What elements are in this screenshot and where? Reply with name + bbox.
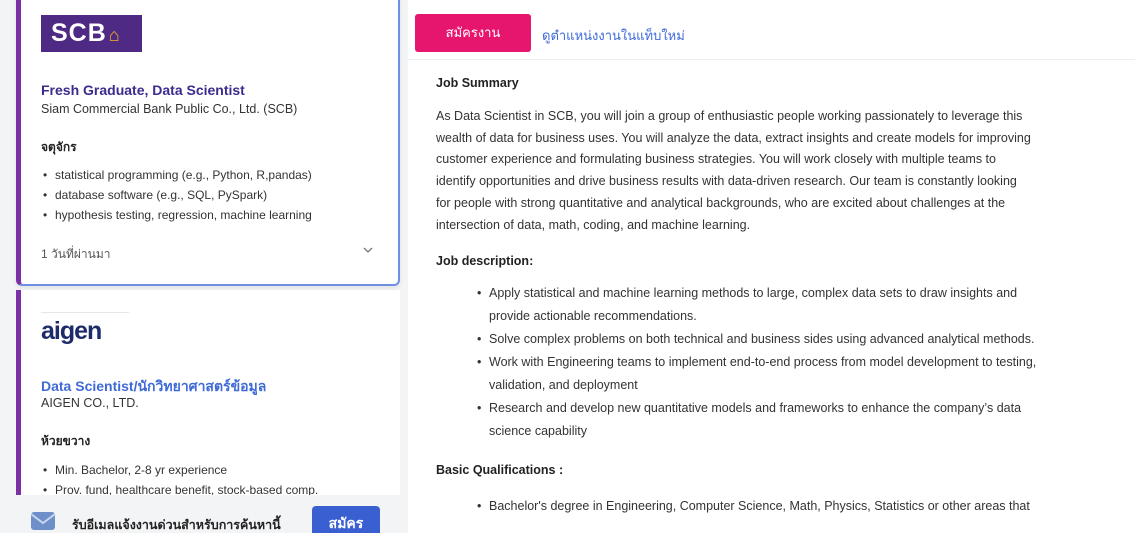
description-item: Work with Engineering teams to implement… bbox=[477, 351, 1106, 397]
qualifications-heading: Basic Qualifications : bbox=[436, 463, 564, 478]
description-list: Apply statistical and machine learning m… bbox=[477, 282, 1106, 443]
highlight-item: database software (e.g., SQL, PySpark) bbox=[41, 185, 312, 205]
summary-heading: Job Summary bbox=[436, 76, 519, 90]
summary-paragraph: As Data Scientist in SCB, you will join … bbox=[436, 109, 1031, 232]
description-item: Apply statistical and machine learning m… bbox=[477, 282, 1106, 328]
job-title[interactable]: Fresh Graduate, Data Scientist bbox=[41, 82, 245, 98]
job-alert-text: รับอีเมลแจ้งงานด่วนสำหรับการค้นหานี้ bbox=[72, 518, 281, 532]
qualifications-list: Bachelor's degree in Engineering, Comput… bbox=[477, 495, 1106, 518]
description-heading: Job description: bbox=[436, 254, 534, 269]
aigen-logo: aigen bbox=[41, 317, 102, 345]
detail-toolbar: สมัครงาน ดูตำแหน่งงานในแท็บใหม่ bbox=[408, 0, 1135, 60]
description-item: Research and develop new quantitative mo… bbox=[477, 397, 1106, 443]
qualification-item: Bachelor's degree in Engineering, Comput… bbox=[477, 495, 1106, 518]
apply-button[interactable]: สมัครงาน bbox=[415, 14, 531, 52]
job-description-content: Job Summary As Data Scientist in SCB, yo… bbox=[436, 76, 1106, 518]
mail-icon bbox=[30, 512, 56, 530]
job-card-scb[interactable]: SCB ⌂ Fresh Graduate, Data Scientist Siam… bbox=[16, 0, 400, 286]
description-item: Solve complex problems on both technical… bbox=[477, 328, 1106, 351]
subscribe-alert-button[interactable]: สมัคร bbox=[312, 506, 380, 533]
company-name: Siam Commercial Bank Public Co., Ltd. (S… bbox=[41, 102, 298, 116]
company-name: AIGEN CO., LTD. bbox=[41, 396, 139, 410]
job-detail-panel: สมัครงาน ดูตำแหน่งงานในแท็บใหม่ Job Summ… bbox=[408, 0, 1135, 533]
job-title[interactable]: Data Scientist/นักวิทยาศาสตร์ข้อมูล bbox=[41, 376, 266, 398]
job-alert-bar: รับอีเมลแจ้งงานด่วนสำหรับการค้นหานี้ สมั… bbox=[0, 495, 408, 533]
job-highlights: Min. Bachelor, 2-8 yr experience Prov. f… bbox=[41, 460, 318, 500]
logo-divider bbox=[41, 312, 129, 313]
posted-time: 1 วันที่ผ่านมา bbox=[41, 247, 111, 261]
highlight-item: Min. Bachelor, 2-8 yr experience bbox=[41, 460, 318, 480]
job-highlights: statistical programming (e.g., Python, R… bbox=[41, 165, 312, 225]
job-list: SCB ⌂ Fresh Graduate, Data Scientist Siam… bbox=[0, 0, 408, 533]
chevron-down-icon[interactable] bbox=[361, 243, 375, 257]
scb-logo: SCB ⌂ bbox=[41, 15, 142, 52]
job-location: จตุจักร bbox=[41, 140, 77, 154]
job-location: ห้วยขวาง bbox=[41, 434, 91, 448]
highlight-item: hypothesis testing, regression, machine … bbox=[41, 205, 312, 225]
open-in-new-tab-link[interactable]: ดูตำแหน่งงานในแท็บใหม่ bbox=[542, 25, 685, 46]
scb-logo-mark-icon: ⌂ bbox=[108, 25, 121, 45]
highlight-item: statistical programming (e.g., Python, R… bbox=[41, 165, 312, 185]
